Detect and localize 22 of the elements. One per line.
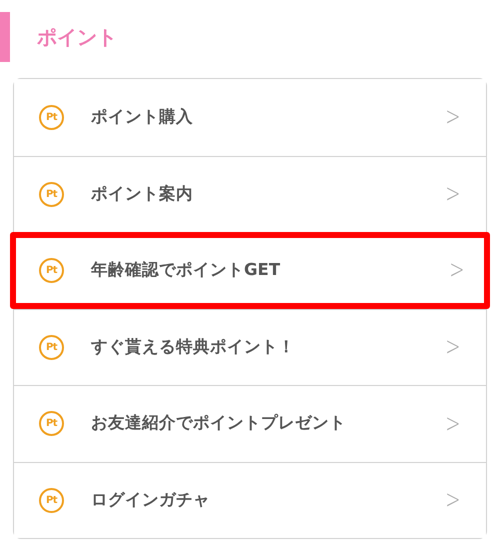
item-label: すぐ貰える特典ポイント！	[91, 336, 296, 358]
item-label: ログインガチャ	[91, 488, 211, 511]
chevron: >	[445, 487, 461, 514]
highlighted-menu-item[interactable]: Pt 年齢確認でポイントGET >	[10, 232, 490, 308]
points-badge: Pt	[39, 411, 64, 436]
points-badge: Pt	[39, 334, 64, 360]
points-badge: Pt	[39, 258, 64, 283]
points-badge: Pt	[39, 488, 64, 513]
chevron: >	[445, 181, 461, 208]
points-badge: Pt	[39, 104, 64, 130]
section-title: ポイント	[37, 24, 117, 51]
chevron: >	[445, 104, 461, 130]
item-label: ポイント案内	[91, 182, 194, 205]
points-badge: Pt	[39, 182, 64, 207]
menu-item[interactable]: Pt ログインガチャ >	[14, 462, 486, 538]
chevron: >	[449, 257, 465, 284]
item-label: ポイント購入	[91, 106, 194, 128]
item-label: お友達紹介でポイントプレゼント	[91, 412, 347, 434]
chevron: >	[445, 410, 461, 437]
item-label: 年齢確認でポイントGET	[91, 258, 282, 281]
chevron: >	[445, 334, 461, 360]
section-accent-bar	[0, 12, 10, 62]
